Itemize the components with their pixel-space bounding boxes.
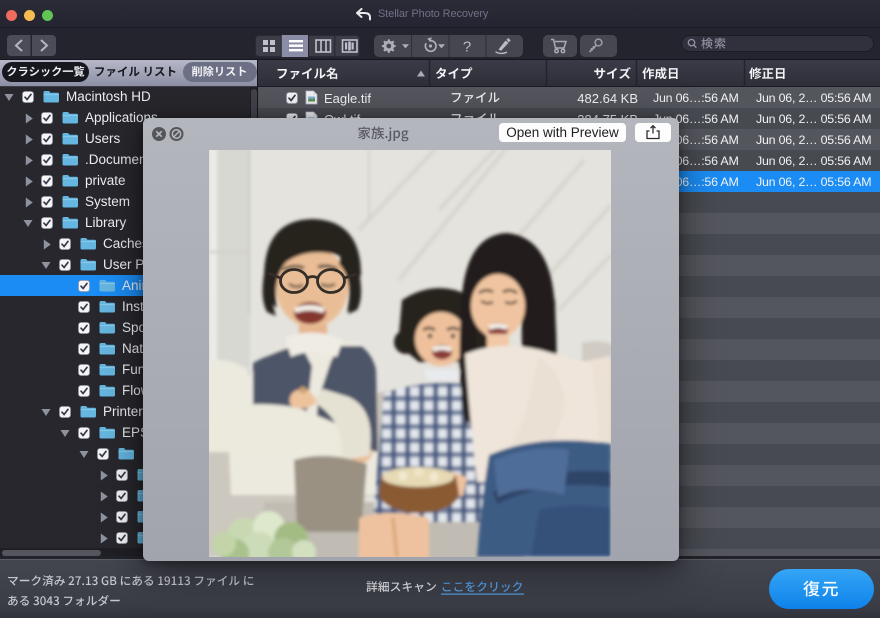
- svg-text:?: ?: [463, 39, 471, 56]
